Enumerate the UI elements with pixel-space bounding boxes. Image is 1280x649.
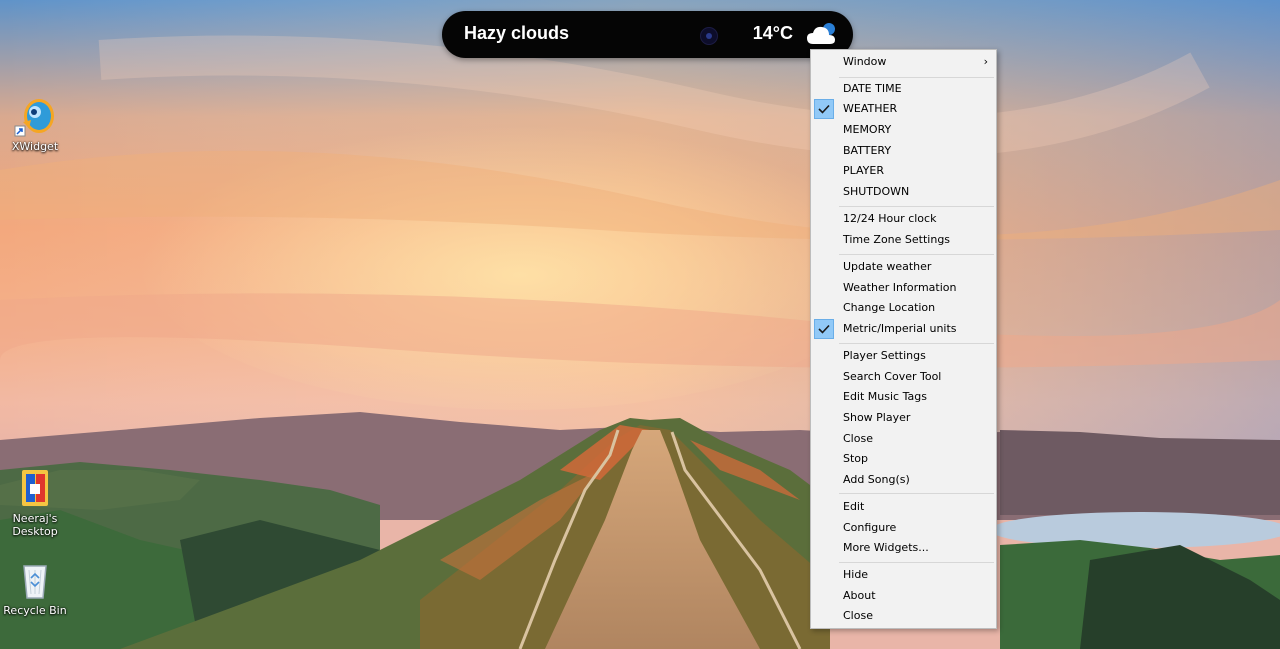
menu-item-label: BATTERY bbox=[843, 144, 892, 157]
checkmark-icon bbox=[814, 99, 834, 119]
desktop-icon-xwidget[interactable]: XWidget bbox=[0, 94, 70, 153]
menu-item-player[interactable]: PLAYER bbox=[813, 161, 994, 181]
menu-separator bbox=[839, 206, 994, 207]
menu-item-label: Show Player bbox=[843, 411, 911, 424]
menu-item-label: Player Settings bbox=[843, 349, 926, 362]
desktop-icon-recycle-bin[interactable]: Recycle Bin bbox=[0, 558, 70, 617]
menu-separator bbox=[839, 343, 994, 344]
menu-separator bbox=[839, 562, 994, 563]
menu-item-label: Add Song(s) bbox=[843, 473, 910, 486]
menu-item-label: SHUTDOWN bbox=[843, 185, 910, 198]
recycle-bin-icon bbox=[13, 558, 57, 602]
weather-temperature: 14°C bbox=[752, 23, 793, 43]
menu-separator bbox=[839, 77, 994, 78]
menu-item-label: Update weather bbox=[843, 260, 932, 273]
desktop-icon-neerajs-desktop[interactable]: Neeraj's Desktop bbox=[0, 466, 70, 538]
menu-item-label: About bbox=[843, 589, 876, 602]
menu-item-weather-information[interactable]: Weather Information bbox=[813, 278, 994, 298]
menu-item-battery[interactable]: BATTERY bbox=[813, 141, 994, 161]
menu-item-player-settings[interactable]: Player Settings bbox=[813, 346, 994, 366]
menu-item-show-player[interactable]: Show Player bbox=[813, 408, 994, 428]
menu-item-label: Metric/Imperial units bbox=[843, 322, 957, 335]
menu-item-label: Configure bbox=[843, 521, 897, 534]
menu-item-label: DATE TIME bbox=[843, 82, 902, 95]
menu-item-change-location[interactable]: Change Location bbox=[813, 298, 994, 318]
menu-item-label: Edit Music Tags bbox=[843, 390, 927, 403]
menu-item-label: Change Location bbox=[843, 301, 936, 314]
menu-item-label: Window bbox=[843, 55, 887, 68]
menu-item-label: Time Zone Settings bbox=[843, 233, 951, 246]
menu-item-label: Close bbox=[843, 609, 873, 622]
menu-item-label: Weather Information bbox=[843, 281, 957, 294]
chevron-right-icon: › bbox=[983, 55, 988, 68]
menu-item-label: Stop bbox=[843, 452, 869, 465]
menu-item-close[interactable]: Close bbox=[813, 606, 994, 626]
menu-item-configure[interactable]: Configure bbox=[813, 518, 994, 538]
weather-condition: Hazy clouds bbox=[464, 23, 570, 43]
menu-item-label: More Widgets... bbox=[843, 541, 929, 554]
menu-item-edit[interactable]: Edit bbox=[813, 497, 994, 517]
menu-item-window[interactable]: Window › bbox=[813, 52, 994, 72]
menu-item-add-songs[interactable]: Add Song(s) bbox=[813, 470, 994, 490]
menu-item-memory[interactable]: MEMORY bbox=[813, 120, 994, 140]
desktop-icon-label: Neeraj's Desktop bbox=[12, 512, 58, 538]
desktop-icon-label: XWidget bbox=[11, 140, 59, 153]
menu-item-metric-imperial-units[interactable]: Metric/Imperial units bbox=[813, 319, 994, 339]
menu-item-search-cover-tool[interactable]: Search Cover Tool bbox=[813, 367, 994, 387]
menu-item-label: Hide bbox=[843, 568, 869, 581]
menu-item-weather[interactable]: WEATHER bbox=[813, 99, 994, 119]
menu-item-more-widgets[interactable]: More Widgets... bbox=[813, 538, 994, 558]
menu-item-stop[interactable]: Stop bbox=[813, 449, 994, 469]
desktop-icon-label: Recycle Bin bbox=[3, 604, 67, 617]
menu-item-label: Edit bbox=[843, 500, 865, 513]
menu-separator bbox=[839, 493, 994, 494]
context-menu: Window › DATE TIME WEATHER MEMORY BATTER… bbox=[810, 49, 997, 629]
xwidget-icon bbox=[13, 94, 57, 138]
menu-separator bbox=[839, 254, 994, 255]
desktop-wallpaper bbox=[0, 0, 1280, 649]
menu-item-label: Close bbox=[843, 432, 873, 445]
folder-icon bbox=[13, 466, 57, 510]
menu-item-shutdown[interactable]: SHUTDOWN bbox=[813, 182, 994, 202]
partly-cloudy-icon bbox=[805, 20, 839, 48]
camera-icon bbox=[700, 27, 718, 45]
checkmark-icon bbox=[814, 319, 834, 339]
weather-widget[interactable]: Hazy clouds 14°C bbox=[442, 11, 853, 58]
menu-item-12-24-hour-clock[interactable]: 12/24 Hour clock bbox=[813, 209, 994, 229]
menu-item-date-time[interactable]: DATE TIME bbox=[813, 79, 994, 99]
desktop: XWidget Neeraj's Desktop Recycle Bin Haz… bbox=[0, 0, 1280, 649]
menu-item-hide[interactable]: Hide bbox=[813, 565, 994, 585]
menu-item-time-zone-settings[interactable]: Time Zone Settings bbox=[813, 230, 994, 250]
menu-item-edit-music-tags[interactable]: Edit Music Tags bbox=[813, 387, 994, 407]
menu-item-label: MEMORY bbox=[843, 123, 892, 136]
menu-item-close-player[interactable]: Close bbox=[813, 429, 994, 449]
menu-item-label: 12/24 Hour clock bbox=[843, 212, 937, 225]
menu-item-label: PLAYER bbox=[843, 164, 884, 177]
menu-item-about[interactable]: About bbox=[813, 586, 994, 606]
menu-item-label: Search Cover Tool bbox=[843, 370, 942, 383]
menu-item-label: WEATHER bbox=[843, 102, 898, 115]
menu-item-update-weather[interactable]: Update weather bbox=[813, 257, 994, 277]
